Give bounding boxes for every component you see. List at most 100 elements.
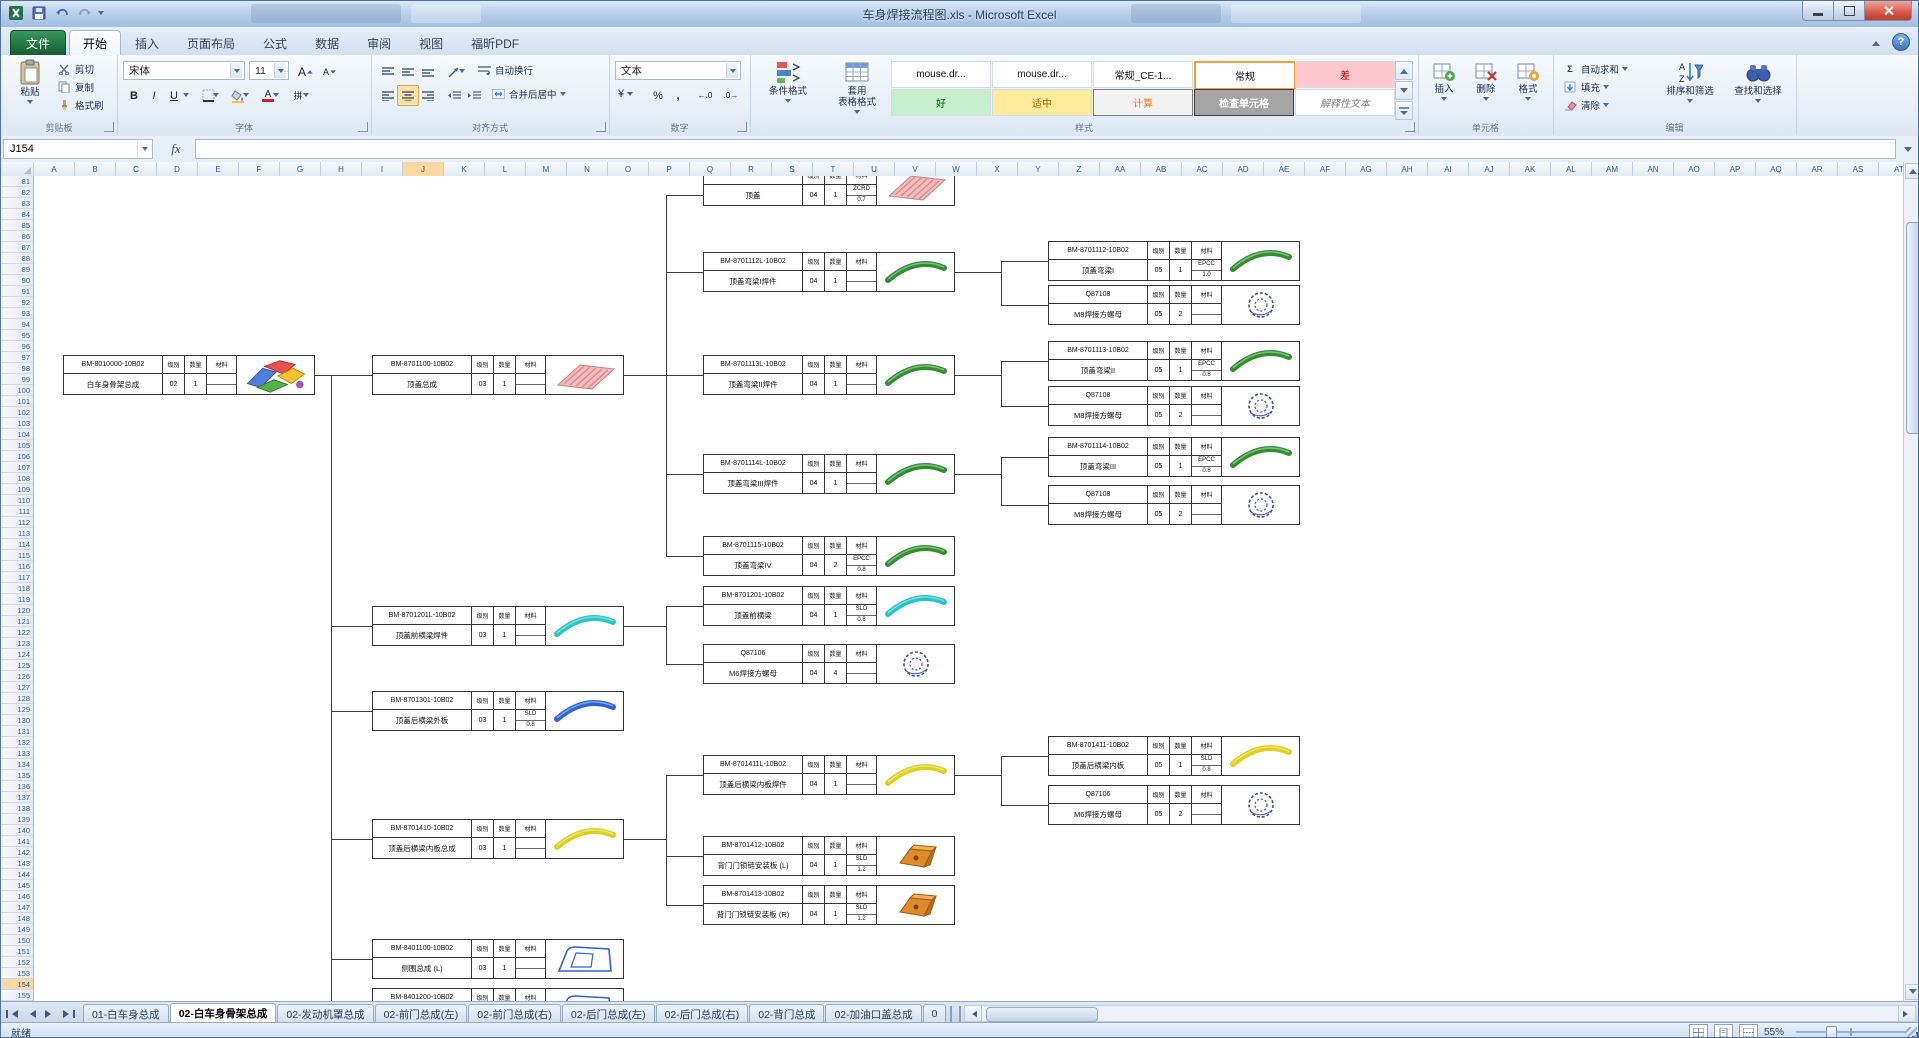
column-header[interactable]: L (485, 162, 526, 176)
row-header[interactable]: 144 (1, 869, 33, 880)
row-header[interactable]: 97 (1, 352, 33, 363)
window-maximize-button[interactable] (1833, 1, 1865, 21)
part-box[interactable]: BM-8701112L-10B02级别数量材料顶盖弯梁I焊件041 (703, 252, 955, 292)
sheet-tab[interactable]: 01-白车身总成 (83, 1004, 169, 1023)
merge-center-button[interactable]: 合并后居中 (487, 85, 569, 103)
row-header[interactable]: 91 (1, 286, 33, 297)
row-header[interactable]: 83 (1, 198, 33, 209)
horizontal-scrollbar[interactable] (964, 1005, 1916, 1022)
part-box[interactable]: BM-8701411-10B02级别数量材料顶盖后横梁内板051SLD0.8 (1048, 736, 1300, 776)
row-header[interactable]: 132 (1, 737, 33, 748)
row-header[interactable]: 139 (1, 814, 33, 825)
align-top-icon[interactable] (377, 61, 399, 82)
row-header[interactable]: 126 (1, 671, 33, 682)
ribbon-tab[interactable]: 数据 (301, 30, 353, 56)
ribbon-tab[interactable]: 视图 (405, 30, 457, 56)
font-dialog-launcher[interactable] (358, 122, 368, 132)
part-box[interactable]: Q87106级别数量材料M6焊接方螺母052 (1048, 785, 1300, 825)
column-header[interactable]: AT (1879, 162, 1903, 176)
part-box[interactable]: Q87108级别数量材料M8焊接方螺母052 (1048, 485, 1300, 525)
row-header[interactable]: 122 (1, 627, 33, 638)
part-box[interactable]: 级别数量材料顶盖041ZCRD0.7 (703, 176, 955, 206)
row-header[interactable]: 138 (1, 803, 33, 814)
part-box[interactable]: Q87108级别数量材料M8焊接方螺母052 (1048, 386, 1300, 426)
row-header[interactable]: 153 (1, 968, 33, 979)
shrink-font-button[interactable]: A (319, 61, 341, 82)
row-header[interactable]: 114 (1, 539, 33, 550)
styles-dialog-launcher[interactable] (1405, 122, 1415, 132)
part-box[interactable]: BM-8701301-10B02级别数量材料顶盖后横梁外板031SLD0.8 (372, 691, 624, 731)
ribbon-tab[interactable]: 福昕PDF (457, 30, 533, 56)
find-select-button[interactable]: 查找和选择 (1725, 58, 1791, 104)
part-box[interactable]: BM-8401200-10B02级别数量材料 (372, 988, 624, 1001)
row-header[interactable]: 134 (1, 759, 33, 770)
clear-button[interactable]: 清除 (1559, 96, 1651, 114)
align-bottom-icon[interactable] (417, 61, 439, 82)
column-header[interactable]: AL (1551, 162, 1592, 176)
font-name-select[interactable]: 宋体 (123, 61, 245, 80)
first-sheet-button[interactable] (3, 1006, 20, 1022)
clipboard-dialog-launcher[interactable] (104, 122, 114, 132)
sheet-tab[interactable]: 02-后门总成(左) (562, 1004, 655, 1023)
next-sheet-button[interactable] (41, 1006, 58, 1022)
column-header[interactable]: Z (1059, 162, 1100, 176)
part-box[interactable]: BM-8701413-10B02级别数量材料背门门锁链安装板 (R)041SLD… (703, 885, 955, 925)
row-header[interactable]: 140 (1, 825, 33, 836)
row-header[interactable]: 92 (1, 297, 33, 308)
row-header[interactable]: 81 (1, 176, 33, 187)
scroll-down-button[interactable] (1905, 984, 1919, 1000)
autosum-button[interactable]: Σ 自动求和 (1559, 60, 1651, 78)
row-header[interactable]: 120 (1, 605, 33, 616)
part-box[interactable]: BM-8010000-10B02级别数量材料白车身骨架总成021 (63, 355, 315, 395)
sheet-tab[interactable]: 0 (923, 1004, 947, 1023)
column-header[interactable]: AH (1387, 162, 1428, 176)
row-header[interactable]: 112 (1, 517, 33, 528)
row-header[interactable]: 137 (1, 792, 33, 803)
row-header[interactable]: 146 (1, 891, 33, 902)
sheet-tab[interactable]: 02-白车身骨架总成 (170, 1003, 277, 1023)
increase-indent-icon[interactable] (463, 85, 485, 106)
decrease-indent-icon[interactable] (443, 85, 465, 106)
part-box[interactable]: Q87106级别数量材料M6焊接方螺母044 (703, 644, 955, 684)
column-header[interactable]: AB (1141, 162, 1182, 176)
row-header[interactable]: 108 (1, 473, 33, 484)
zoom-slider-thumb[interactable] (1826, 1026, 1837, 1038)
scroll-left-button[interactable] (965, 1006, 982, 1021)
column-header[interactable]: G (280, 162, 321, 176)
column-header[interactable]: AQ (1756, 162, 1797, 176)
column-header[interactable]: AD (1223, 162, 1264, 176)
part-box[interactable]: BM-8701410-10B02级别数量材料顶盖后横梁内板总成031 (372, 819, 624, 859)
row-header[interactable]: 142 (1, 847, 33, 858)
row-header[interactable]: 93 (1, 308, 33, 319)
gallery-scroll-down[interactable] (1395, 81, 1413, 100)
cell-style-item[interactable]: 好 (891, 89, 991, 116)
column-header[interactable]: AC (1182, 162, 1223, 176)
row-header[interactable]: 147 (1, 902, 33, 913)
scroll-right-button[interactable] (1898, 1006, 1915, 1021)
horizontal-scroll-track[interactable] (982, 1006, 1898, 1021)
part-box[interactable]: BM-8701201-10B02级别数量材料顶盖前横梁041SLD0.8 (703, 586, 955, 626)
row-header[interactable]: 96 (1, 341, 33, 352)
part-box[interactable]: BM-8701113L-10B02级别数量材料顶盖弯梁II焊件041 (703, 355, 955, 395)
row-header[interactable]: 124 (1, 649, 33, 660)
row-header[interactable]: 127 (1, 682, 33, 693)
part-box[interactable]: BM-8401100-10B02级别数量材料侧围总成 (L)031 (372, 939, 624, 979)
sheet-canvas[interactable]: BM-8010000-10B02级别数量材料白车身骨架总成021 BM-87011… (1, 176, 1903, 1001)
sheet-tab[interactable]: 02-发动机罩总成 (277, 1004, 373, 1023)
increase-decimal-button[interactable]: ←.0 (691, 85, 719, 106)
cell-style-item[interactable]: 常规 (1194, 61, 1296, 90)
borders-dropdown[interactable] (213, 93, 219, 97)
row-header[interactable]: 103 (1, 418, 33, 429)
part-box[interactable]: BM-8701201L-10B02级别数量材料顶盖前横梁焊件031 (372, 606, 624, 646)
column-header[interactable]: K (444, 162, 485, 176)
column-header[interactable]: X (977, 162, 1018, 176)
row-header[interactable]: 109 (1, 484, 33, 495)
fill-button[interactable]: 填充 (1559, 78, 1651, 96)
format-cells-button[interactable]: 格式 (1506, 58, 1550, 102)
row-header[interactable]: 89 (1, 264, 33, 275)
column-header[interactable]: AJ (1469, 162, 1510, 176)
ribbon-tab[interactable]: 公式 (249, 30, 301, 56)
font-color-dropdown[interactable] (273, 93, 279, 97)
underline-button[interactable]: U (163, 85, 185, 106)
cell-style-item[interactable]: 适中 (992, 89, 1092, 116)
